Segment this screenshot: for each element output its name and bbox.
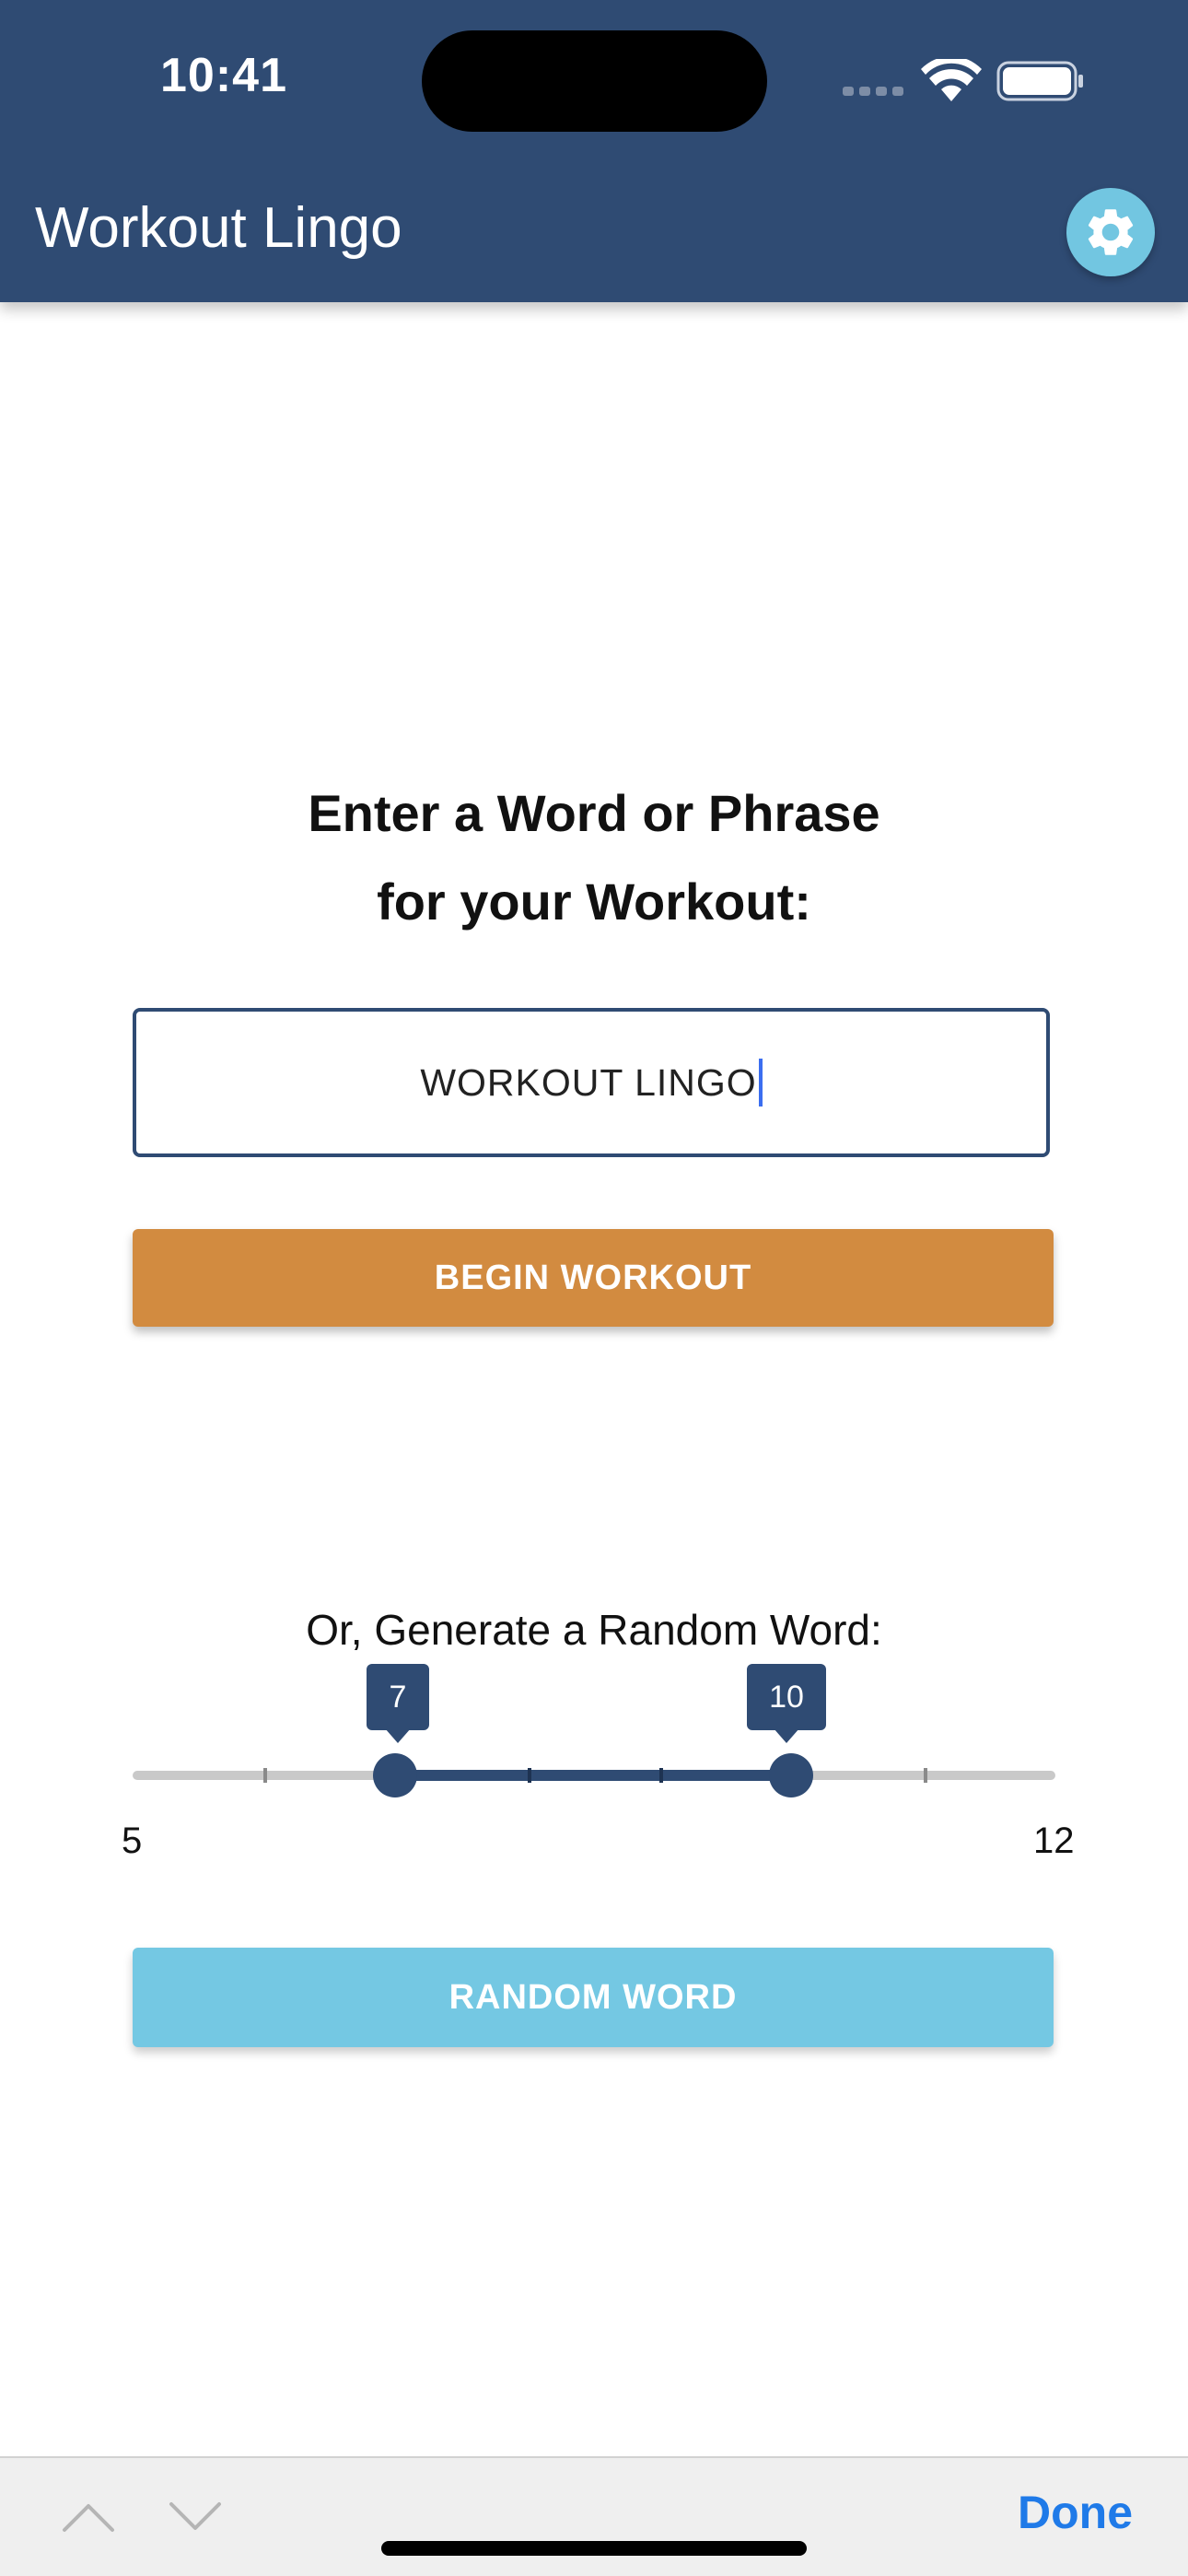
random-word-heading: Or, Generate a Random Word: bbox=[306, 1606, 882, 1654]
app-title: Workout Lingo bbox=[35, 196, 402, 260]
prompt-line-2: for your Workout: bbox=[377, 872, 811, 931]
home-indicator bbox=[381, 2541, 807, 2556]
gear-icon bbox=[1088, 209, 1134, 255]
chevron-up-icon[interactable] bbox=[61, 2499, 116, 2535]
slider-tick bbox=[528, 1768, 531, 1783]
battery-icon bbox=[996, 61, 1083, 101]
settings-button[interactable] bbox=[1066, 188, 1155, 276]
slider-max-label: 12 bbox=[1033, 1821, 1075, 1861]
cellular-signal-icon bbox=[843, 87, 903, 96]
random-word-button[interactable]: RANDOM WORD bbox=[133, 1948, 1054, 2047]
text-caret bbox=[758, 1059, 763, 1107]
prompt-heading: Enter a Word or Phrase for your Workout: bbox=[0, 769, 1188, 946]
wifi-icon bbox=[921, 59, 982, 101]
chevron-down-icon[interactable] bbox=[168, 2499, 223, 2535]
slider-tick bbox=[263, 1768, 267, 1783]
dynamic-island bbox=[422, 30, 767, 132]
word-length-slider-active-range bbox=[394, 1770, 792, 1781]
upper-value-badge: 10 bbox=[747, 1664, 826, 1743]
slider-lower-thumb[interactable] bbox=[373, 1753, 417, 1797]
begin-workout-button[interactable]: BEGIN WORKOUT bbox=[133, 1229, 1054, 1327]
word-input[interactable]: WORKOUT LINGO bbox=[133, 1008, 1050, 1157]
slider-tick bbox=[659, 1768, 663, 1783]
slider-upper-thumb[interactable] bbox=[769, 1753, 813, 1797]
done-button[interactable]: Done bbox=[1018, 2486, 1133, 2539]
prompt-line-1: Enter a Word or Phrase bbox=[308, 784, 880, 842]
slider-tick bbox=[924, 1768, 927, 1783]
lower-value-badge: 7 bbox=[367, 1664, 429, 1743]
status-time: 10:41 bbox=[160, 49, 287, 102]
keyboard-accessory-bar: Done bbox=[0, 2456, 1188, 2576]
app-header: 10:41 Workout Lingo bbox=[0, 0, 1188, 302]
word-input-value: WORKOUT LINGO bbox=[420, 1060, 757, 1104]
slider-min-label: 5 bbox=[122, 1821, 143, 1861]
